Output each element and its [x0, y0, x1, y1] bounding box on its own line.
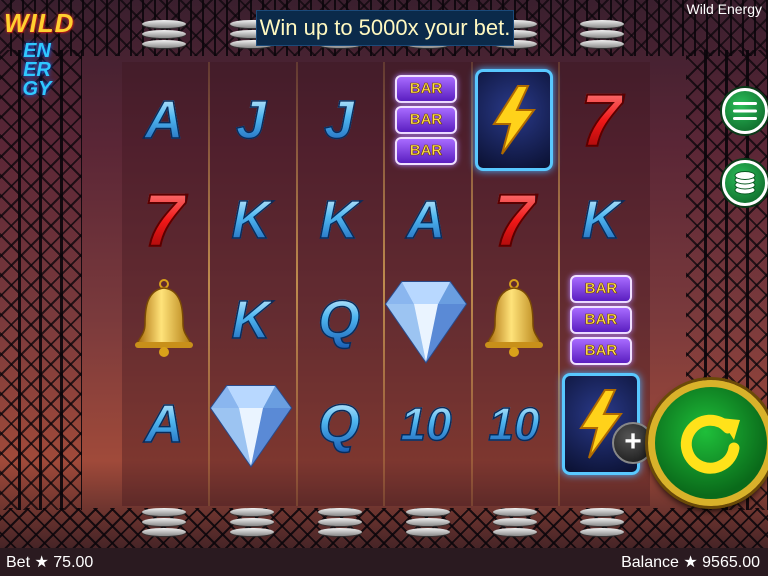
bar-stack: BAR BAR BAR — [570, 275, 632, 365]
symbol-seven: 7 — [474, 172, 554, 268]
symbol-wild-bolt — [474, 69, 554, 171]
coil-decoration — [580, 508, 624, 542]
win-banner: Win up to 5000x your bet. — [256, 10, 514, 46]
symbol-seven: 7 — [124, 172, 204, 268]
symbol-letter: J — [235, 89, 267, 151]
symbol-letter: K — [231, 189, 272, 251]
symbol-letter: A — [406, 189, 447, 251]
symbol-seven-text: 7 — [492, 178, 535, 263]
symbol-diamond — [209, 376, 293, 473]
bell-icon — [133, 278, 195, 363]
coil-decoration — [406, 508, 450, 542]
symbol-k: K — [211, 272, 291, 368]
symbol-letter: 10 — [488, 397, 541, 451]
bar-label: BAR — [570, 306, 632, 334]
symbol-q: Q — [299, 376, 379, 472]
hamburger-menu-icon — [733, 102, 757, 120]
reel-divider — [296, 62, 298, 506]
spin-button[interactable] — [648, 380, 768, 506]
bar-label: BAR — [395, 75, 457, 103]
balance-value: 9565.00 — [702, 554, 760, 571]
balance-label: Balance — [621, 554, 679, 571]
coil-decoration — [318, 508, 362, 542]
symbol-q: Q — [299, 272, 379, 368]
bet-value: 75.00 — [53, 554, 94, 571]
symbol-bar: BAR BAR BAR — [561, 272, 641, 368]
symbol-bell — [124, 272, 204, 368]
logo-energy: ENERGY — [22, 40, 52, 100]
symbol-letter: K — [319, 189, 360, 251]
bar-label: BAR — [395, 106, 457, 134]
coin-stack-icon — [734, 171, 756, 195]
symbol-bar: BAR BAR BAR — [386, 72, 466, 168]
coil-decoration — [142, 20, 186, 54]
symbol-a: A — [386, 172, 466, 268]
bet-label: Bet — [6, 554, 31, 571]
bottom-truss — [0, 508, 768, 548]
symbol-j: J — [299, 72, 379, 168]
symbol-a: A — [124, 72, 204, 168]
coil-decoration — [142, 508, 186, 542]
symbol-seven-text: 7 — [579, 78, 622, 163]
symbol-j: J — [211, 72, 291, 168]
symbol-letter: K — [581, 189, 622, 251]
symbol-letter: 10 — [400, 397, 453, 451]
spin-arrow-icon — [680, 414, 740, 474]
star-icon: ★ — [683, 554, 698, 571]
bar-label: BAR — [570, 275, 632, 303]
symbol-letter: Q — [317, 289, 361, 351]
symbol-10: 10 — [474, 376, 554, 472]
symbol-bell — [474, 272, 554, 368]
symbol-letter: A — [144, 393, 185, 455]
symbol-k: K — [299, 172, 379, 268]
symbol-k: K — [211, 172, 291, 268]
symbol-letter: A — [144, 89, 185, 151]
symbol-seven: 7 — [561, 72, 641, 168]
symbol-diamond — [384, 272, 468, 369]
symbol-letter: J — [323, 89, 355, 151]
coil-decoration — [493, 508, 537, 542]
bet-display: Bet ★ 75.00 — [6, 552, 93, 572]
game-logo: WILD ENERGY — [2, 4, 82, 194]
bar-label: BAR — [570, 337, 632, 365]
symbol-k: K — [561, 172, 641, 268]
symbol-a: A — [124, 376, 204, 472]
bar-label: BAR — [395, 137, 457, 165]
symbol-seven-text: 7 — [142, 178, 185, 263]
symbol-10: 10 — [386, 376, 466, 472]
diamond-icon — [209, 376, 293, 473]
reel-divider — [558, 62, 560, 506]
coil-decoration — [230, 508, 274, 542]
reel-divider — [471, 62, 473, 506]
star-icon: ★ — [34, 554, 49, 571]
logo-wild: WILD — [4, 8, 75, 38]
lightning-bolt-icon — [475, 69, 553, 171]
menu-button[interactable] — [722, 88, 768, 134]
bar-stack: BAR BAR BAR — [395, 75, 457, 165]
bet-settings-button[interactable] — [722, 160, 768, 206]
symbol-letter: K — [231, 289, 272, 351]
diamond-icon — [384, 272, 468, 369]
bell-icon — [483, 278, 545, 363]
balance-display: Balance ★ 9565.00 — [621, 552, 760, 572]
window-title: Wild Energy — [686, 1, 762, 17]
coil-decoration — [580, 20, 624, 54]
symbol-letter: Q — [317, 393, 361, 455]
